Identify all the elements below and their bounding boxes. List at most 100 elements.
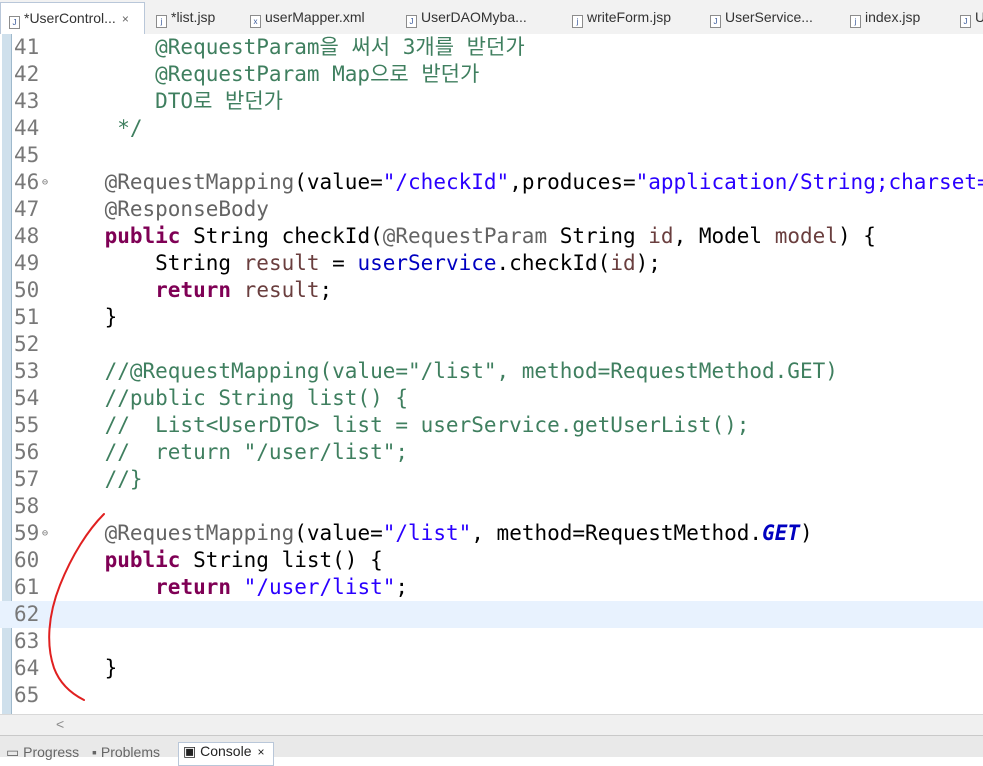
- line-number: 47: [14, 197, 40, 221]
- code-token: @RequestMapping: [104, 170, 295, 194]
- tab-list-jsp[interactable]: j *list.jsp: [148, 3, 248, 31]
- code-line[interactable]: 46 ⊖ @RequestMapping(value="/checkId",pro…: [0, 169, 983, 196]
- code-text: return "/user/list";: [54, 574, 408, 601]
- fold-collapse-icon[interactable]: ⊖: [42, 169, 48, 196]
- code-line[interactable]: 51 }: [0, 304, 983, 331]
- code-line[interactable]: 65: [0, 682, 983, 709]
- code-text: */: [54, 115, 142, 142]
- tab-label: UserDAOMyba...: [421, 9, 527, 25]
- code-text: @RequestMapping(value="/list", method=Re…: [54, 520, 813, 547]
- tab-user-dao-mybatis[interactable]: J UserDAOMyba...: [398, 3, 548, 31]
- code-token: id: [648, 224, 674, 248]
- jsp-file-icon: j: [572, 15, 583, 28]
- tab-user-mapper-xml[interactable]: x userMapper.xml: [242, 3, 382, 31]
- line-number: 55: [14, 413, 40, 437]
- tab-progress[interactable]: ▭ Progress: [6, 744, 79, 761]
- code-line[interactable]: 41 @RequestParam을 써서 3개를 받던가: [0, 34, 983, 61]
- code-line[interactable]: 55 // List<UserDTO> list = userService.g…: [0, 412, 983, 439]
- close-icon[interactable]: ×: [258, 745, 265, 759]
- tab-label: Console: [200, 743, 252, 759]
- horizontal-scrollbar[interactable]: <: [0, 714, 983, 735]
- code-line[interactable]: 49 String result = userService.checkId(i…: [0, 250, 983, 277]
- code-token: DTO로 받던가: [54, 89, 283, 113]
- console-icon: ▣: [183, 743, 201, 759]
- code-token: public: [104, 224, 181, 248]
- code-line[interactable]: 43 DTO로 받던가: [0, 88, 983, 115]
- code-token: @RequestParam Map으로 받던가: [54, 62, 480, 86]
- code-token: , method=RequestMethod.: [471, 521, 763, 545]
- code-token: ;: [319, 278, 333, 302]
- tab-overflow[interactable]: JU: [952, 3, 983, 31]
- code-line[interactable]: 54 //public String list() {: [0, 385, 983, 412]
- tab-console[interactable]: ▣ Console ×: [178, 742, 274, 766]
- line-number: 52: [14, 332, 40, 356]
- code-line[interactable]: 61 return "/user/list";: [0, 574, 983, 601]
- tab-user-controller[interactable]: J *UserControl... ×: [0, 2, 145, 34]
- code-text: @RequestParam을 써서 3개를 받던가: [54, 34, 525, 61]
- code-line[interactable]: 48 public String checkId(@RequestParam S…: [0, 223, 983, 250]
- code-text: @ResponseBody: [54, 196, 269, 223]
- tab-user-service[interactable]: J UserService...: [702, 3, 838, 31]
- code-token: String list() {: [180, 548, 383, 572]
- progress-icon: ▭: [6, 744, 24, 760]
- code-token: .checkId(: [496, 251, 611, 275]
- line-number: 54: [14, 386, 40, 410]
- code-line[interactable]: 59 ⊖ @RequestMapping(value="/list", metho…: [0, 520, 983, 547]
- code-line[interactable]: 57 //}: [0, 466, 983, 493]
- tab-problems[interactable]: ▪ Problems: [92, 744, 160, 760]
- line-number: 61: [14, 575, 40, 599]
- code-line[interactable]: 63: [0, 628, 983, 655]
- code-line[interactable]: 56 // return "/user/list";: [0, 439, 983, 466]
- code-token: // List<UserDTO> list = userService.getU…: [54, 413, 750, 437]
- tab-write-form-jsp[interactable]: j writeForm.jsp: [564, 3, 694, 31]
- code-token: String checkId(: [180, 224, 383, 248]
- code-line[interactable]: 44 */: [0, 115, 983, 142]
- code-token: @ResponseBody: [104, 197, 269, 221]
- tab-index-jsp[interactable]: j index.jsp: [842, 3, 952, 31]
- code-line[interactable]: 47 @ResponseBody: [0, 196, 983, 223]
- code-line[interactable]: 52: [0, 331, 983, 358]
- code-token: result: [243, 251, 320, 275]
- java-file-icon: J: [710, 15, 721, 28]
- code-editor[interactable]: 41 @RequestParam을 써서 3개를 받던가 42 @RequestP…: [0, 34, 983, 714]
- line-number: 53: [14, 359, 40, 383]
- code-token: (value=: [294, 521, 383, 545]
- code-text: String result = userService.checkId(id);: [54, 250, 661, 277]
- code-line[interactable]: 53 //@RequestMapping(value="/list", meth…: [0, 358, 983, 385]
- line-number: 51: [14, 305, 40, 329]
- fold-collapse-icon[interactable]: ⊖: [42, 520, 48, 547]
- code-line[interactable]: 42 @RequestParam Map으로 받던가: [0, 61, 983, 88]
- line-number: 42: [14, 62, 40, 86]
- code-line[interactable]: 50 return result;: [0, 277, 983, 304]
- code-token: GET: [762, 521, 800, 545]
- scroll-left-arrow-icon[interactable]: <: [56, 715, 64, 733]
- code-token: );: [635, 251, 661, 275]
- code-line[interactable]: 60 public String list() {: [0, 547, 983, 574]
- code-text: public String checkId(@RequestParam Stri…: [54, 223, 876, 250]
- editor-tab-bar: J *UserControl... × j *list.jsp x userMapper…: [0, 0, 983, 35]
- tab-label: writeForm.jsp: [587, 9, 672, 25]
- line-number: 49: [14, 251, 40, 275]
- java-file-icon: J: [960, 15, 971, 28]
- code-line[interactable]: 64 }: [0, 655, 983, 682]
- line-number: 57: [14, 467, 40, 491]
- code-token: ;: [395, 575, 409, 599]
- tab-label: UserService...: [725, 9, 813, 25]
- code-line[interactable]: 62: [0, 601, 983, 628]
- code-line[interactable]: 45: [0, 142, 983, 169]
- line-number: 43: [14, 89, 40, 113]
- close-icon[interactable]: ×: [122, 4, 129, 34]
- line-number: 65: [14, 683, 40, 707]
- code-token: String: [547, 224, 649, 248]
- line-number: 41: [14, 35, 40, 59]
- code-token: =: [319, 251, 358, 275]
- code-line[interactable]: 58: [0, 493, 983, 520]
- line-number: 45: [14, 143, 40, 167]
